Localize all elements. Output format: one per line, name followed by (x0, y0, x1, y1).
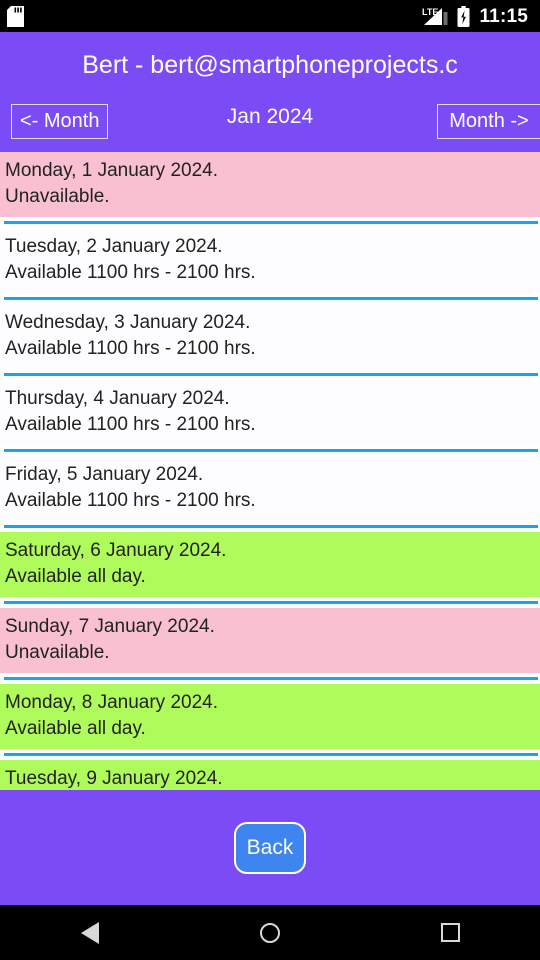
status-bar: LTE 11:15 (0, 0, 540, 32)
day-row-separator (0, 369, 540, 380)
lte-signal-icon: LTE (422, 6, 448, 26)
day-row-separator (0, 293, 540, 304)
back-button[interactable]: Back (234, 821, 306, 874)
day-date-label: Monday, 1 January 2024. (5, 160, 219, 181)
recents-square-icon (440, 923, 460, 942)
status-bar-clock: 11:15 (479, 5, 528, 27)
nav-recents-button[interactable] (360, 905, 540, 960)
day-date-label: Friday, 5 January 2024. (5, 464, 204, 485)
back-triangle-icon (81, 921, 99, 944)
app-screen: LTE 11:15 Bert - bert@smartphoneprojects… (0, 0, 540, 960)
day-row-separator (0, 749, 540, 760)
day-date-label: Tuesday, 2 January 2024. (5, 236, 223, 257)
day-row[interactable]: Sunday, 7 January 2024. Unavailable. (0, 608, 540, 673)
day-row[interactable]: Saturday, 6 January 2024. Available all d… (0, 532, 540, 597)
sd-card-icon (7, 5, 24, 27)
day-date-label: Monday, 8 January 2024. (5, 692, 219, 713)
status-bar-left (7, 5, 24, 27)
day-status-label: Available 1100 hrs - 2100 hrs. (5, 262, 256, 283)
status-bar-right: LTE 11:15 (422, 5, 528, 27)
month-navigation-bar: <- Month Jan 2024 Month -> (0, 90, 540, 152)
day-row-separator (0, 217, 540, 228)
day-row[interactable]: Thursday, 4 January 2024. Available 1100 … (0, 380, 540, 445)
day-row[interactable]: Wednesday, 3 January 2024. Available 1100… (0, 304, 540, 369)
day-date-label: Tuesday, 9 January 2024. (5, 768, 223, 789)
day-status-label: Available 1100 hrs - 2100 hrs. (5, 414, 256, 435)
page-title: Bert - bert@smartphoneprojects.c (82, 52, 458, 78)
day-row[interactable]: Tuesday, 9 January 2024. (0, 760, 540, 790)
day-date-label: Sunday, 7 January 2024. (5, 616, 215, 637)
battery-charging-icon (457, 5, 470, 27)
day-row-separator (0, 521, 540, 532)
day-status-label: Unavailable. (5, 186, 110, 207)
nav-back-button[interactable] (0, 905, 180, 960)
footer-bar: Back (0, 790, 540, 905)
nav-home-button[interactable] (180, 905, 360, 960)
day-date-label: Thursday, 4 January 2024. (5, 388, 230, 409)
day-row[interactable]: Monday, 1 January 2024. Unavailable. (0, 152, 540, 217)
home-circle-icon (260, 922, 280, 943)
availability-day-list[interactable]: Monday, 1 January 2024. Unavailable. Tuesd… (0, 152, 540, 790)
day-status-label: Available all day. (5, 718, 146, 739)
day-status-label: Available 1100 hrs - 2100 hrs. (5, 490, 256, 511)
day-row[interactable]: Friday, 5 January 2024. Available 1100 hr… (0, 456, 540, 521)
app-bar: Bert - bert@smartphoneprojects.c (0, 32, 540, 90)
day-status-label: Unavailable. (5, 642, 110, 663)
next-month-button[interactable]: Month -> (437, 104, 540, 139)
android-navigation-bar (0, 905, 540, 960)
day-row-separator (0, 673, 540, 684)
day-date-label: Saturday, 6 January 2024. (5, 540, 227, 561)
day-row[interactable]: Monday, 8 January 2024. Available all day… (0, 684, 540, 749)
day-status-label: Available 1100 hrs - 2100 hrs. (5, 338, 256, 359)
day-row-separator (0, 445, 540, 456)
day-date-label: Wednesday, 3 January 2024. (5, 312, 251, 333)
day-row[interactable]: Tuesday, 2 January 2024. Available 1100 h… (0, 228, 540, 293)
day-status-label: Available all day. (5, 566, 146, 587)
day-row-separator (0, 597, 540, 608)
